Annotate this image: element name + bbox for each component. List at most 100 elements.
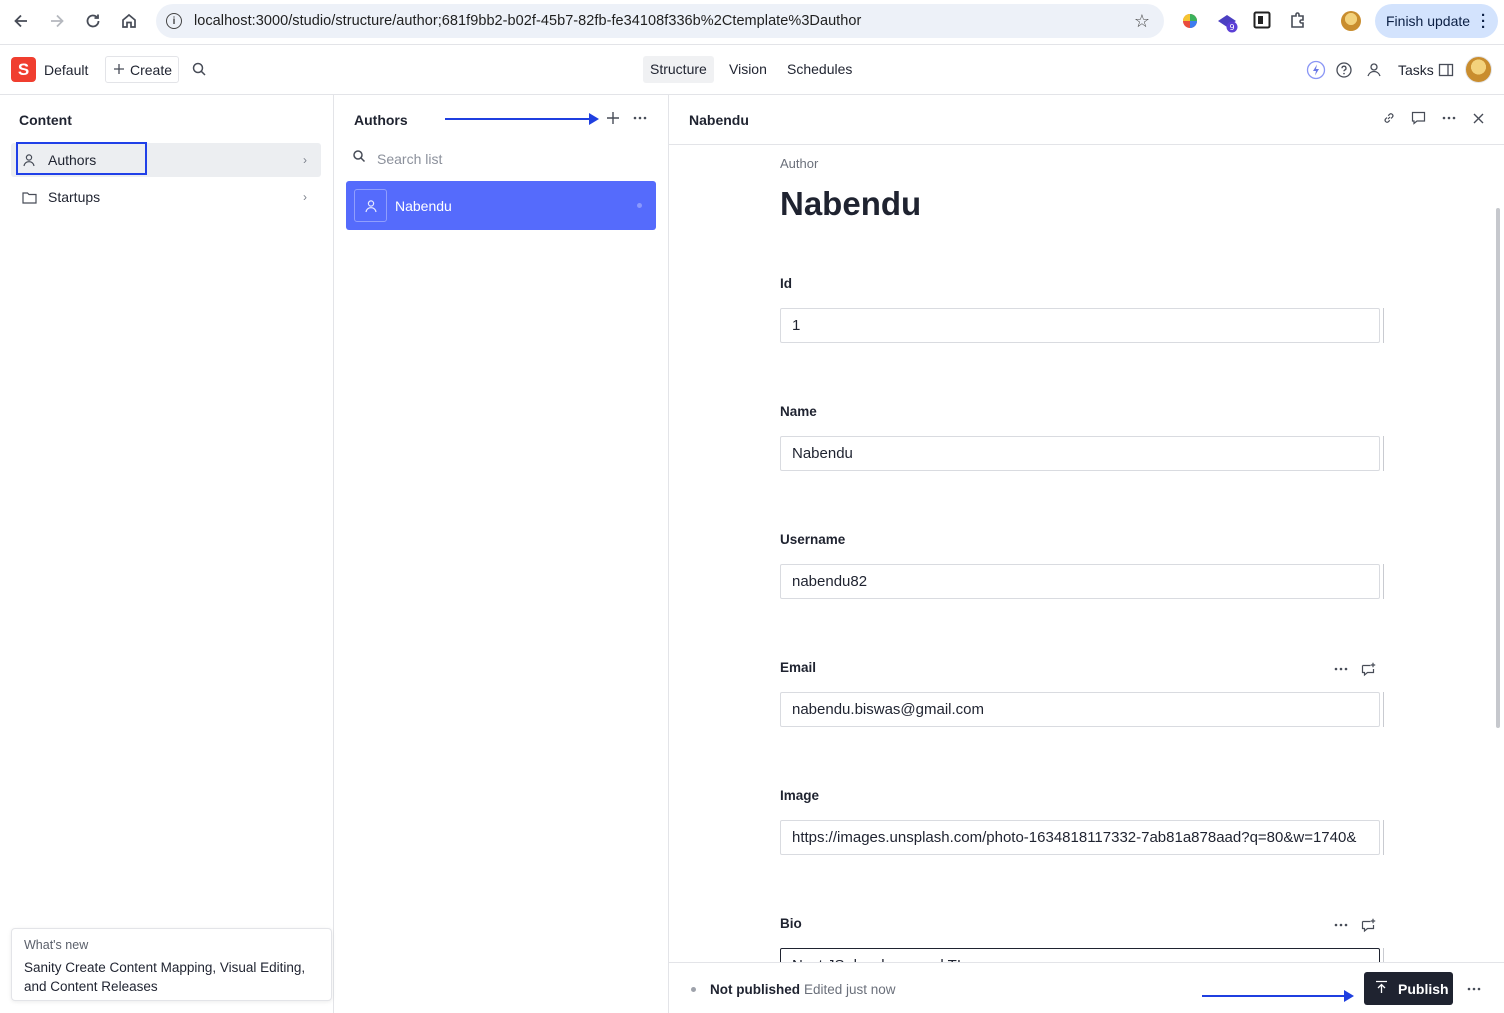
- forward-icon[interactable]: [46, 10, 68, 32]
- plus-icon: [113, 62, 125, 78]
- field-change-bar: [1383, 564, 1384, 599]
- tab-structure[interactable]: Structure: [643, 56, 714, 83]
- id-field[interactable]: 1: [780, 308, 1380, 343]
- whats-new-message: Sanity Create Content Mapping, Visual Ed…: [24, 960, 306, 994]
- annotation-arrow: [1202, 990, 1354, 1002]
- color-extension-icon[interactable]: [1180, 11, 1200, 31]
- image-url-field[interactable]: https://images.unsplash.com/photo-163481…: [780, 820, 1380, 855]
- sidebar-item-startups[interactable]: Startups ›: [11, 180, 321, 214]
- close-icon[interactable]: [1472, 112, 1485, 130]
- more-options-icon[interactable]: [1441, 110, 1457, 131]
- document-footer: Not published Edited just now Publish: [669, 962, 1504, 1013]
- bookmark-star-icon[interactable]: ☆: [1134, 11, 1150, 32]
- address-bar[interactable]: i localhost:3000/studio/structure/author…: [156, 4, 1164, 38]
- sanity-logo[interactable]: S: [11, 57, 36, 82]
- finish-update-button[interactable]: Finish update · · ·: [1375, 4, 1498, 38]
- home-icon[interactable]: [118, 10, 140, 32]
- tasks-button[interactable]: Tasks: [1398, 62, 1434, 78]
- field-change-bar: [1383, 820, 1384, 855]
- name-field[interactable]: Nabendu: [780, 436, 1380, 471]
- bio-field[interactable]: Next JS developer and TI: [780, 948, 1380, 962]
- authors-pane: Authors Search list Nabendu: [334, 95, 669, 1013]
- comments-icon[interactable]: [1411, 111, 1426, 130]
- field-change-bar: [1383, 948, 1384, 962]
- add-comment-icon[interactable]: [1361, 662, 1376, 682]
- field-label-image: Image: [780, 788, 820, 803]
- tab-schedules[interactable]: Schedules: [780, 56, 859, 83]
- create-button[interactable]: Create: [105, 56, 179, 83]
- finish-update-label: Finish update: [1386, 13, 1471, 29]
- field-more-icon[interactable]: [1333, 917, 1349, 938]
- document-title: Nabendu: [395, 198, 452, 214]
- form-scrollbar[interactable]: [1496, 208, 1500, 728]
- chevron-right-icon: ›: [303, 153, 307, 167]
- document-pane-title: Nabendu: [689, 112, 749, 128]
- whats-new-kicker: What's new: [24, 938, 89, 952]
- document-pane: Nabendu Author Nabendu Id 1 Name Nabendu…: [669, 95, 1504, 1013]
- whats-new-card[interactable]: What's new Sanity Create Content Mapping…: [11, 928, 332, 1001]
- search-icon: [352, 149, 366, 168]
- username-field[interactable]: nabendu82: [780, 564, 1380, 599]
- browser-toolbar: i localhost:3000/studio/structure/author…: [0, 0, 1504, 45]
- document-type-label: Author: [780, 156, 819, 171]
- search-list-input[interactable]: Search list: [352, 149, 442, 168]
- tab-vision[interactable]: Vision: [722, 56, 774, 83]
- authors-pane-actions: [606, 110, 648, 131]
- authors-pane-title: Authors: [354, 112, 408, 128]
- user-icon: [354, 189, 387, 222]
- field-change-bar: [1383, 436, 1384, 471]
- search-placeholder: Search list: [377, 150, 443, 167]
- lightning-icon[interactable]: [1306, 60, 1326, 80]
- document-pane-actions: [1382, 110, 1485, 131]
- field-label-bio: Bio: [780, 916, 802, 931]
- field-label-username: Username: [780, 532, 846, 547]
- field-label-id: Id: [780, 276, 792, 291]
- draft-status-dot: [637, 203, 642, 208]
- browser-menu-icon[interactable]: · · ·: [1481, 8, 1486, 35]
- reader-extension-icon[interactable]: [1253, 11, 1273, 31]
- chevron-right-icon: ›: [303, 190, 307, 204]
- publish-button[interactable]: Publish: [1364, 972, 1453, 1005]
- document-heading: Nabendu: [780, 185, 922, 222]
- presence-icon[interactable]: [1364, 60, 1384, 80]
- email-field[interactable]: nabendu.biswas@gmail.com: [780, 692, 1380, 727]
- add-comment-icon[interactable]: [1361, 918, 1376, 938]
- search-icon[interactable]: [191, 61, 207, 82]
- profile-avatar-icon[interactable]: [1341, 11, 1361, 31]
- publish-label: Publish: [1398, 980, 1449, 997]
- create-label: Create: [130, 61, 173, 78]
- more-options-icon[interactable]: [1466, 981, 1482, 1002]
- content-pane: Content Authors › Startups › What's new …: [0, 95, 334, 1013]
- back-icon[interactable]: [10, 10, 32, 32]
- status-dot: [691, 987, 696, 992]
- link-icon[interactable]: [1382, 111, 1396, 130]
- publish-status: Not published: [710, 982, 800, 997]
- field-change-bar: [1383, 308, 1384, 343]
- field-label-email: Email: [780, 660, 817, 675]
- annotation-arrow: [445, 113, 599, 125]
- content-pane-title: Content: [19, 112, 72, 128]
- annotation-highlight-box: [16, 142, 147, 175]
- add-document-icon[interactable]: [606, 111, 620, 130]
- badge-extension-icon[interactable]: 9: [1216, 11, 1238, 33]
- field-label-name: Name: [780, 404, 817, 419]
- sidebar-item-label: Startups: [48, 189, 101, 205]
- studio-navbar: S Default Create Structure Vision Schedu…: [0, 45, 1504, 95]
- more-options-icon[interactable]: [632, 110, 648, 131]
- field-change-bar: [1383, 692, 1384, 727]
- reload-icon[interactable]: [82, 10, 104, 32]
- extensions-puzzle-icon[interactable]: [1289, 11, 1309, 31]
- split-pane-icon[interactable]: [1436, 60, 1456, 80]
- help-icon[interactable]: [1334, 60, 1354, 80]
- url-text: localhost:3000/studio/structure/author;6…: [194, 13, 862, 29]
- folder-icon: [21, 189, 37, 205]
- document-list-item[interactable]: Nabendu: [346, 181, 656, 230]
- publish-icon: [1375, 980, 1388, 997]
- bio-field-tools: [1333, 917, 1376, 938]
- extension-badge-count: 9: [1229, 23, 1234, 32]
- workspace-name[interactable]: Default: [44, 62, 88, 78]
- site-info-icon[interactable]: i: [166, 13, 182, 29]
- user-avatar[interactable]: [1465, 56, 1492, 83]
- document-form: Author Nabendu Id 1 Name Nabendu Usernam…: [669, 144, 1504, 962]
- field-more-icon[interactable]: [1333, 661, 1349, 682]
